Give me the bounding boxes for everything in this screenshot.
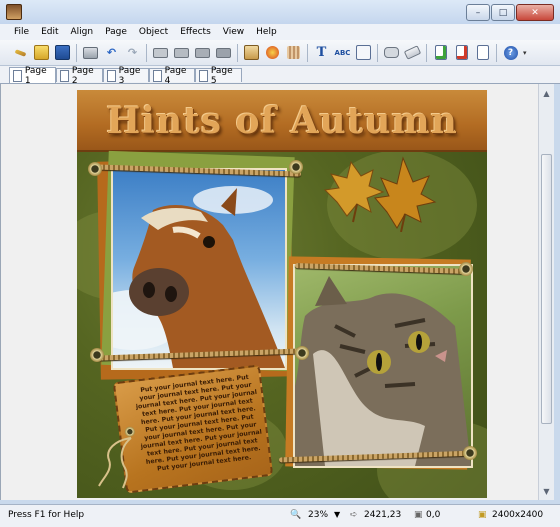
undo-icon[interactable]: ↶ [103, 44, 120, 61]
toolbar-separator [146, 43, 147, 62]
open-icon[interactable] [33, 44, 50, 61]
tab-page-2[interactable]: Page 2 [56, 66, 103, 86]
insert-image-icon[interactable] [243, 44, 260, 61]
save-icon[interactable] [54, 44, 71, 61]
speech-bubble-icon[interactable] [383, 44, 400, 61]
bring-forward-icon[interactable] [173, 44, 190, 61]
toolbar-separator [426, 43, 427, 62]
menu-view[interactable]: View [223, 27, 244, 37]
page-icon [153, 69, 162, 82]
cat-image [295, 276, 471, 466]
help-dropdown-arrow-icon[interactable]: ▾ [523, 49, 527, 57]
app-icon[interactable] [6, 4, 22, 20]
zoom-icon[interactable]: 🔍 [290, 510, 301, 520]
menu-object[interactable]: Object [139, 27, 168, 37]
cursor-position: 2421,23 [364, 510, 402, 520]
help-icon[interactable]: ? [502, 44, 519, 61]
tab-page-1[interactable]: Page 1 [9, 66, 56, 86]
eraser-icon[interactable] [403, 44, 422, 61]
new-page-icon[interactable] [432, 44, 449, 61]
horse-image [113, 186, 285, 368]
scroll-up-button[interactable]: ▲ [540, 86, 553, 100]
cursor-icon: ➪ [350, 510, 358, 520]
toolbar-separator [76, 43, 77, 62]
page-title[interactable]: Hints of Autumn [77, 100, 487, 142]
grommet [463, 446, 477, 460]
insert-clipart-icon[interactable] [264, 44, 281, 61]
page-size-icon: ▣ [478, 510, 487, 520]
spell-check-icon[interactable]: ABC [334, 44, 351, 61]
page-icon [199, 69, 208, 82]
menu-align[interactable]: Align [71, 27, 94, 37]
grommet [459, 262, 473, 276]
menu-effects[interactable]: Effects [180, 27, 211, 37]
page-tabs: Page 1 Page 2 Page 3 Page 4 Page 5 [0, 66, 560, 86]
zoom-level[interactable]: 23% [308, 510, 328, 520]
toolbar-separator [496, 43, 497, 62]
scrapbook-page[interactable]: Hints of Autumn Put your journal text he… [77, 90, 487, 498]
grommet [88, 162, 102, 176]
main-toolbar: ↶ ↷ T ABC ? ▾ [0, 40, 560, 66]
toolbar-separator [377, 43, 378, 62]
insert-texture-icon[interactable] [285, 44, 302, 61]
page-icon [13, 69, 22, 82]
title-bar: – □ ✕ [0, 0, 560, 24]
status-bar: Press F1 for Help 🔍 23% ▼ ➪ 2421,23 ▣ 0,… [0, 504, 560, 527]
delete-page-icon[interactable] [453, 44, 470, 61]
tab-page-4[interactable]: Page 4 [149, 66, 195, 86]
wizard-icon[interactable] [12, 44, 29, 61]
grommet [90, 348, 104, 362]
window-border [554, 84, 560, 500]
menu-file[interactable]: File [14, 27, 29, 37]
send-to-back-icon[interactable] [215, 44, 232, 61]
help-status: Press F1 for Help [8, 510, 85, 520]
menu-page[interactable]: Page [105, 27, 127, 37]
offset-icon: ▣ [414, 510, 423, 520]
tab-page-5[interactable]: Page 5 [195, 66, 242, 86]
journal-text[interactable]: Put your journal text here. Put your jou… [134, 373, 266, 475]
page-icon [60, 69, 69, 82]
maximize-button[interactable]: □ [491, 4, 515, 21]
horse-photo[interactable] [111, 168, 287, 370]
scroll-down-button[interactable]: ▼ [540, 484, 553, 498]
print-icon[interactable] [82, 44, 99, 61]
tag-string-icon [98, 437, 132, 489]
minimize-button[interactable]: – [466, 4, 490, 21]
vertical-scrollbar[interactable]: ▲ ▼ [538, 84, 555, 500]
tab-page-3[interactable]: Page 3 [103, 66, 149, 86]
journal-tag[interactable]: Put your journal text here. Put your jou… [112, 364, 274, 494]
redo-icon[interactable]: ↷ [124, 44, 141, 61]
offset-position: 0,0 [426, 510, 441, 520]
autumn-leaves-icon[interactable] [317, 142, 437, 232]
page-settings-icon[interactable] [474, 44, 491, 61]
menu-help[interactable]: Help [256, 27, 277, 37]
page-icon [107, 69, 116, 82]
toolbar-separator [307, 43, 308, 62]
zoom-dropdown-icon[interactable]: ▼ [334, 510, 340, 519]
toolbar-separator [237, 43, 238, 62]
grommet [289, 160, 303, 174]
menu-bar: File Edit Align Page Object Effects View… [0, 24, 560, 40]
page-size: 2400x2400 [492, 510, 544, 520]
close-button[interactable]: ✕ [516, 4, 554, 21]
menu-edit[interactable]: Edit [41, 27, 58, 37]
scroll-thumb[interactable] [541, 154, 552, 424]
send-backward-icon[interactable] [194, 44, 211, 61]
grommet [295, 346, 309, 360]
window-controls: – □ ✕ [466, 4, 554, 21]
bring-to-front-icon[interactable] [152, 44, 169, 61]
text-icon[interactable]: T [313, 44, 330, 61]
cat-photo[interactable] [293, 264, 473, 468]
notes-icon[interactable] [355, 44, 372, 61]
canvas-workspace[interactable]: Hints of Autumn Put your journal text he… [0, 84, 538, 500]
